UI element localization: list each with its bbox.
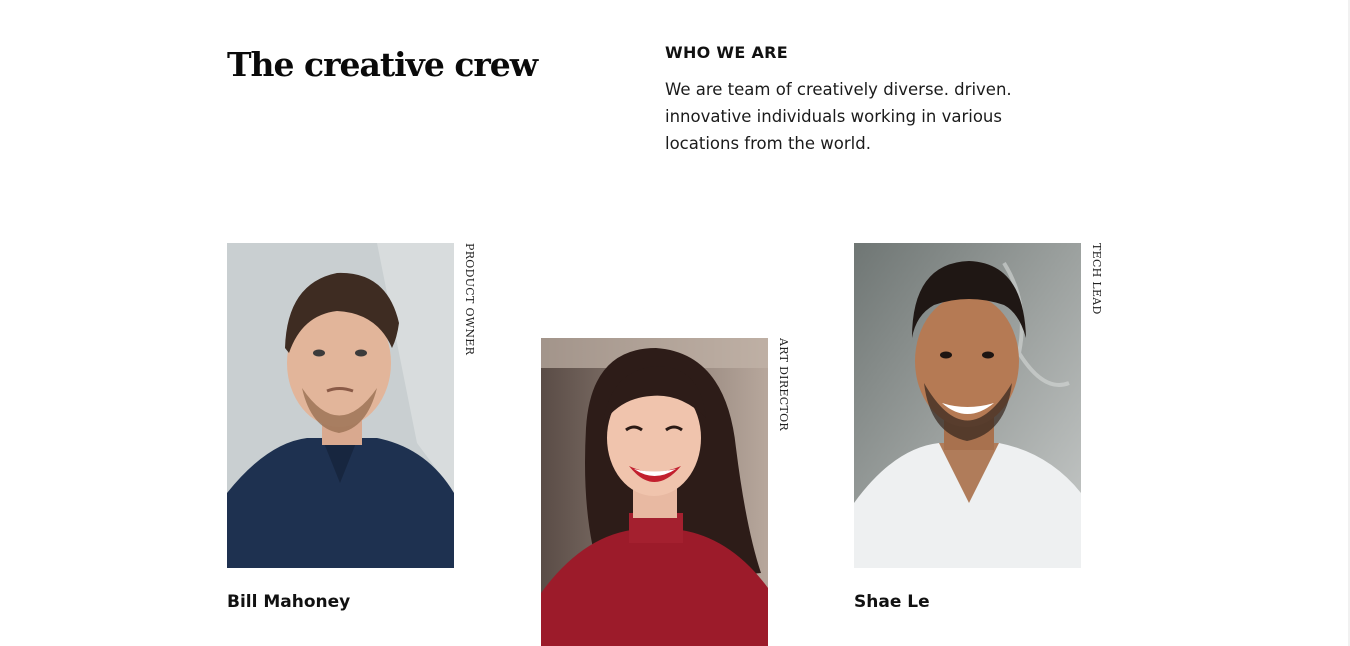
member-photo (227, 243, 454, 568)
team-member-card: PRODUCT OWNER Bill Mahoney (227, 243, 487, 623)
member-role: TECH LEAD (1090, 243, 1103, 315)
intro-heading: WHO WE ARE (665, 43, 788, 62)
intro-text: We are team of creatively diverse. drive… (665, 80, 1012, 153)
member-photo (854, 243, 1081, 568)
portrait-man-navy-polo-icon (227, 243, 454, 568)
intro-block: WHO WE ARE We are team of creatively div… (665, 42, 1065, 157)
team-member-card: ART DIRECTOR (541, 338, 801, 646)
member-role: PRODUCT OWNER (463, 243, 476, 356)
page-title: The creative crew (227, 45, 538, 84)
member-name: Bill Mahoney (227, 592, 351, 612)
portrait-woman-red-sweater-icon (541, 338, 768, 646)
portrait-man-white-tshirt-icon (854, 243, 1081, 568)
member-role: ART DIRECTOR (777, 338, 790, 431)
member-name: Shae Le (854, 592, 930, 612)
team-member-card: TECH LEAD Shae Le (854, 243, 1114, 623)
member-photo (541, 338, 768, 646)
